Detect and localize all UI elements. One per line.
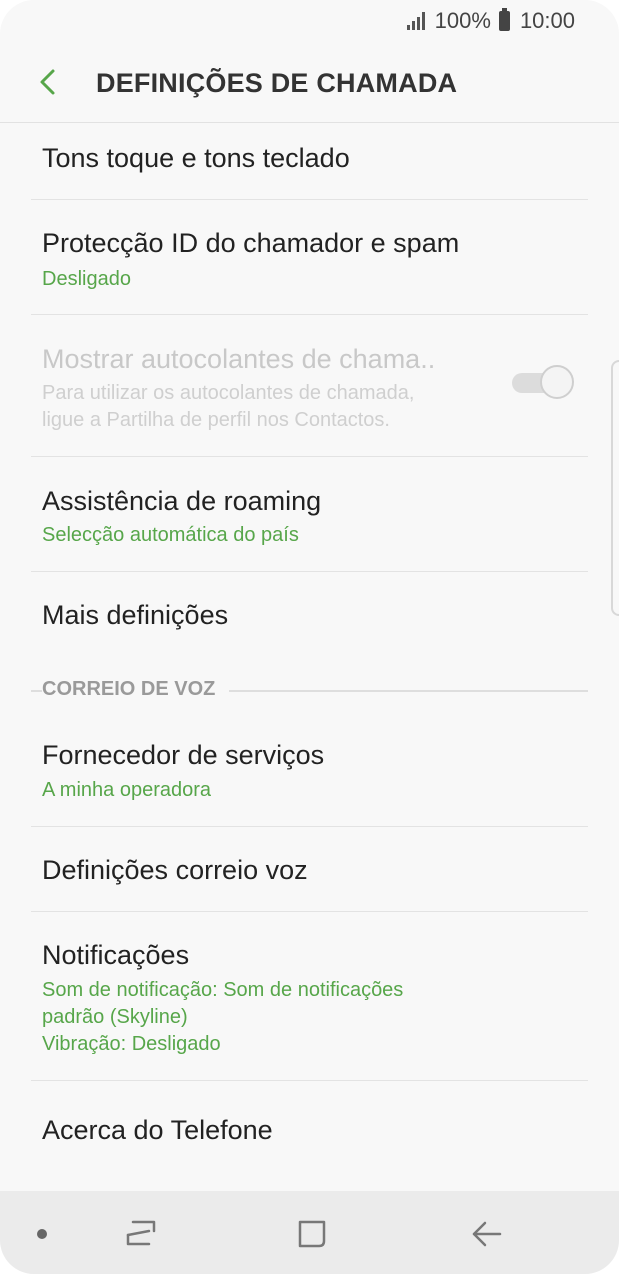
item-title: Mostrar autocolantes de chama..: [42, 344, 436, 374]
item-title: Tons toque e tons teclado: [42, 143, 350, 173]
list-item-service-provider[interactable]: Fornecedor de serviços A minha operadora: [31, 720, 588, 827]
item-subtitle: ligue a Partilha de perfil nos Contactos…: [42, 409, 390, 431]
item-title: Mais definições: [42, 600, 229, 630]
item-subtitle: Selecção automática do país: [42, 524, 299, 546]
section-header-voicemail: CORREIO DE VOZ: [31, 662, 588, 720]
scroll-indicator: [611, 360, 619, 616]
settings-list: Tons toque e tons teclado Protecção ID d…: [0, 123, 619, 1181]
signal-icon: [406, 12, 425, 30]
list-item-call-stickers: Mostrar autocolantes de chama.. Para uti…: [31, 315, 588, 457]
back-arrow-icon: [40, 69, 55, 95]
item-subtitle: Som de notificação: Som de notificações: [42, 979, 404, 1001]
back-button[interactable]: [32, 64, 68, 100]
back-icon[interactable]: [470, 1217, 504, 1251]
item-title: Acerca do Telefone: [42, 1115, 273, 1145]
dot-icon[interactable]: [36, 1227, 48, 1239]
list-item-caller-id[interactable]: Protecção ID do chamador e spam Desligad…: [31, 200, 588, 315]
item-title: Definições correio voz: [42, 855, 308, 885]
recent-apps-icon[interactable]: [124, 1219, 158, 1249]
item-subtitle: Vibração: Desligado: [42, 1033, 221, 1055]
list-item-ringtones[interactable]: Tons toque e tons teclado: [31, 123, 588, 200]
list-item-about-phone[interactable]: Acerca do Telefone: [31, 1081, 588, 1181]
list-item-voicemail-settings[interactable]: Definições correio voz: [31, 827, 588, 912]
phone-screen: 100% 10:00 DEFINIÇÕES DE CHAMADA Tons to…: [0, 0, 619, 1274]
list-item-roaming[interactable]: Assistência de roaming Selecção automáti…: [31, 457, 588, 572]
item-title: Assistência de roaming: [42, 486, 322, 516]
item-subtitle: padrão (Skyline): [42, 1006, 188, 1028]
item-subtitle: Desligado: [42, 268, 131, 290]
list-item-notifications[interactable]: Notificações Som de notificação: Som de …: [31, 912, 588, 1081]
call-stickers-toggle[interactable]: [512, 365, 574, 399]
item-title: Protecção ID do chamador e spam: [42, 228, 460, 258]
section-label: CORREIO DE VOZ: [42, 678, 230, 701]
item-title: Notificações: [42, 940, 190, 970]
navigation-bar: [0, 1191, 619, 1274]
page-title: DEFINIÇÕES DE CHAMADA: [96, 68, 458, 98]
list-item-more-settings[interactable]: Mais definições: [31, 572, 588, 662]
item-subtitle: Para utilizar os autocolantes de chamada…: [42, 382, 415, 404]
app-header: DEFINIÇÕES DE CHAMADA: [0, 42, 619, 123]
battery-icon: [498, 8, 510, 31]
clock: 10:00: [519, 8, 575, 33]
item-title: Fornecedor de serviços: [42, 740, 325, 770]
item-subtitle: A minha operadora: [42, 779, 212, 801]
battery-percent: 100%: [434, 8, 491, 33]
home-icon[interactable]: [295, 1217, 329, 1251]
status-bar: 100% 10:00: [0, 0, 619, 42]
